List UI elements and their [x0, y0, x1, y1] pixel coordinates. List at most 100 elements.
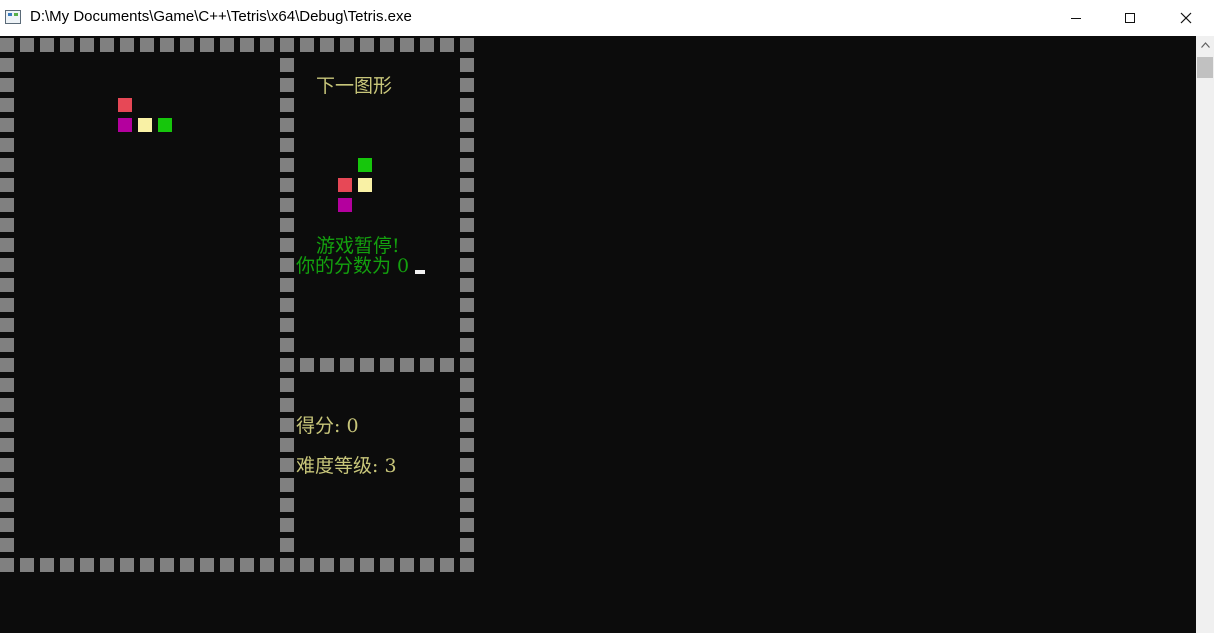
wall-block [440, 38, 454, 52]
wall-block [460, 298, 474, 312]
wall-block [460, 38, 474, 52]
wall-block [420, 558, 434, 572]
wall-block [60, 38, 74, 52]
falling-piece-block [138, 118, 152, 132]
wall-block [340, 558, 354, 572]
wall-block [0, 118, 14, 132]
wall-block [120, 38, 134, 52]
window-title: D:\My Documents\Game\C++\Tetris\x64\Debu… [30, 8, 412, 25]
wall-block [200, 558, 214, 572]
wall-block [460, 518, 474, 532]
falling-piece-block [158, 118, 172, 132]
maximize-button[interactable] [1107, 0, 1153, 36]
title-bar[interactable]: D:\My Documents\Game\C++\Tetris\x64\Debu… [0, 0, 1214, 36]
wall-block [0, 338, 14, 352]
wall-block [380, 558, 394, 572]
wall-block [240, 558, 254, 572]
console-app-icon [5, 10, 21, 24]
wall-block [460, 198, 474, 212]
wall-block [320, 558, 334, 572]
chevron-up-icon [1200, 42, 1210, 48]
wall-block [0, 38, 14, 52]
wall-block [0, 158, 14, 172]
wall-block [40, 38, 54, 52]
wall-block [0, 238, 14, 252]
wall-block [280, 518, 294, 532]
wall-block [160, 558, 174, 572]
wall-block [280, 258, 294, 272]
wall-block [200, 38, 214, 52]
wall-block [300, 38, 314, 52]
minimize-icon [1071, 17, 1081, 19]
wall-block [0, 98, 14, 112]
wall-block [0, 218, 14, 232]
wall-block [460, 438, 474, 452]
next-piece-block [338, 198, 352, 212]
wall-block [280, 78, 294, 92]
wall-block [0, 78, 14, 92]
wall-block [0, 298, 14, 312]
wall-block [300, 358, 314, 372]
wall-block [0, 558, 14, 572]
wall-block [280, 538, 294, 552]
wall-block [220, 38, 234, 52]
wall-block [0, 378, 14, 392]
wall-block [400, 358, 414, 372]
wall-block [280, 498, 294, 512]
wall-block [0, 198, 14, 212]
wall-block [0, 418, 14, 432]
minimize-button[interactable] [1053, 0, 1099, 36]
vertical-scrollbar[interactable] [1196, 36, 1214, 633]
wall-block [460, 278, 474, 292]
wall-block [0, 278, 14, 292]
falling-piece-block [118, 98, 132, 112]
wall-block [420, 38, 434, 52]
wall-block [280, 398, 294, 412]
wall-block [460, 358, 474, 372]
wall-block [280, 378, 294, 392]
wall-block [280, 338, 294, 352]
wall-block [100, 38, 114, 52]
wall-block [340, 38, 354, 52]
wall-block [460, 458, 474, 472]
wall-block [280, 298, 294, 312]
wall-block [440, 558, 454, 572]
wall-block [0, 538, 14, 552]
wall-block [0, 258, 14, 272]
wall-block [300, 558, 314, 572]
wall-block [280, 98, 294, 112]
wall-block [80, 38, 94, 52]
console-area[interactable]: 下一图形 游戏暂停! 你的分数为 0 得分: 0 难度等级: 3 [0, 36, 1196, 633]
wall-block [280, 158, 294, 172]
wall-block [280, 318, 294, 332]
wall-block [360, 558, 374, 572]
wall-block [0, 438, 14, 452]
wall-block [460, 258, 474, 272]
wall-block [460, 378, 474, 392]
wall-block [460, 158, 474, 172]
wall-block [180, 38, 194, 52]
close-button[interactable] [1163, 0, 1209, 36]
wall-block [0, 178, 14, 192]
wall-block [260, 38, 274, 52]
wall-block [420, 358, 434, 372]
wall-block [440, 358, 454, 372]
wall-block [320, 358, 334, 372]
scroll-up-button[interactable] [1196, 36, 1214, 54]
next-shape-label: 下一图形 [316, 75, 393, 97]
wall-block [280, 178, 294, 192]
wall-block [460, 498, 474, 512]
wall-block [0, 518, 14, 532]
wall-block [280, 238, 294, 252]
wall-block [280, 418, 294, 432]
wall-block [380, 38, 394, 52]
next-piece-block [358, 158, 372, 172]
wall-block [0, 398, 14, 412]
scrollbar-thumb[interactable] [1197, 57, 1213, 78]
wall-block [460, 178, 474, 192]
wall-block [60, 558, 74, 572]
wall-block [120, 558, 134, 572]
wall-block [180, 558, 194, 572]
wall-block [40, 558, 54, 572]
wall-block [140, 38, 154, 52]
